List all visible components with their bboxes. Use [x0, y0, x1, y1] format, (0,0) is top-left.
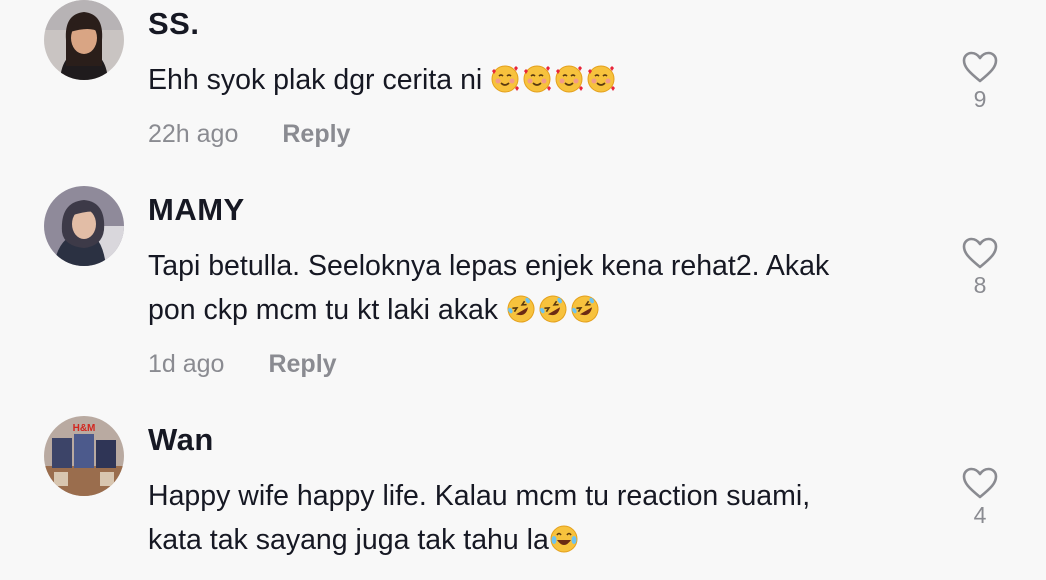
- avatar[interactable]: H&M: [44, 416, 124, 496]
- face-with-tears-of-joy-icon: [549, 524, 579, 554]
- like-button[interactable]: 4: [960, 466, 1000, 529]
- heart-icon: [962, 467, 998, 499]
- comment-meta: 1d ago Reply: [148, 350, 337, 379]
- smiling-face-with-hearts-icon: [490, 64, 520, 94]
- comment-text-line: Ehh syok plak dgr cerita ni: [148, 64, 483, 96]
- comment-text: Tapi betulla. Seeloknya lepas enjek kena…: [148, 244, 938, 332]
- like-count: 9: [973, 86, 987, 112]
- reply-button[interactable]: Reply: [268, 350, 336, 378]
- smiling-face-with-hearts-icon: [554, 64, 584, 94]
- smiling-face-with-hearts-icon: [522, 64, 552, 94]
- comment-text: Happy wife happy life. Kalau mcm tu reac…: [148, 474, 938, 562]
- rolling-on-floor-laughing-icon: [570, 294, 600, 324]
- rolling-on-floor-laughing-icon: [538, 294, 568, 324]
- comment-timestamp: 22h ago: [148, 120, 239, 148]
- emoji-group: [490, 64, 618, 96]
- comment-text-line-wrap: pon ckp mcm tu kt laki akak: [148, 288, 938, 332]
- emoji-group: [549, 524, 581, 556]
- comment-timestamp: 1d ago: [148, 350, 225, 378]
- comment-username[interactable]: SS.: [148, 6, 199, 42]
- rolling-on-floor-laughing-icon: [506, 294, 536, 324]
- like-button[interactable]: 9: [960, 50, 1000, 113]
- comment-text-line: kata tak sayang juga tak tahu la: [148, 524, 549, 556]
- heart-icon: [962, 51, 998, 83]
- comment-text-line: Happy wife happy life. Kalau mcm tu reac…: [148, 480, 811, 512]
- comment-meta: 22h ago Reply: [148, 120, 350, 149]
- like-button[interactable]: 8: [960, 236, 1000, 299]
- avatar[interactable]: [44, 186, 124, 266]
- comment-text-line: pon ckp mcm tu kt laki akak: [148, 294, 499, 326]
- comment-text-line: Tapi betulla. Seeloknya lepas enjek kena…: [148, 250, 830, 282]
- emoji-group: [506, 294, 602, 326]
- avatar[interactable]: [44, 0, 124, 80]
- like-count: 4: [973, 502, 987, 528]
- smiling-face-with-hearts-icon: [586, 64, 616, 94]
- comment-username[interactable]: Wan: [148, 422, 214, 458]
- comment-text: Ehh syok plak dgr cerita ni: [148, 58, 938, 102]
- reply-button[interactable]: Reply: [282, 120, 350, 148]
- avatar-sign-text: H&M: [73, 423, 96, 434]
- heart-icon: [962, 237, 998, 269]
- comment-username[interactable]: MAMY: [148, 192, 245, 228]
- like-count: 8: [973, 272, 987, 298]
- comment-text-line-wrap: kata tak sayang juga tak tahu la: [148, 518, 938, 562]
